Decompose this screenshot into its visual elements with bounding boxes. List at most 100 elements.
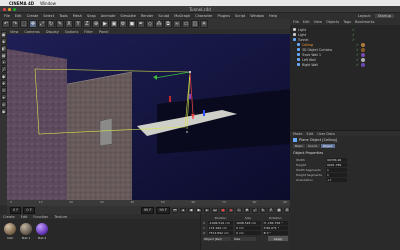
light-icon[interactable]: ☀ xyxy=(200,20,208,28)
position-field[interactable]: -1006.516 cm xyxy=(207,220,234,225)
attr-menu-mode[interactable]: Mode xyxy=(293,132,303,136)
app-menu-mesh[interactable]: Mesh xyxy=(73,14,82,18)
object-menu-objects[interactable]: Objects xyxy=(326,20,339,24)
undo-icon[interactable]: ↶ xyxy=(2,20,10,28)
app-menu-snap[interactable]: Snap xyxy=(87,14,96,18)
attribute-value-field[interactable]: 1 xyxy=(326,172,347,177)
object-name[interactable]: Tunnel xyxy=(298,38,350,42)
attribute-value-field[interactable]: 99336.96 xyxy=(326,157,347,162)
render-settings-icon[interactable]: ⚙ xyxy=(119,20,127,28)
app-menu-name[interactable]: CINEMA 4D xyxy=(9,1,34,6)
visibility-check-icon[interactable]: ✓ xyxy=(356,53,359,57)
3d-viewport[interactable] xyxy=(7,34,290,200)
scale-key-icon[interactable]: ⤢ xyxy=(252,207,258,213)
goto-end-icon[interactable]: ⏭ xyxy=(212,207,218,213)
tab-coord[interactable]: Coord. xyxy=(305,144,320,148)
object-name[interactable]: Ceiling xyxy=(302,43,354,47)
size-field[interactable]: 0 cm xyxy=(235,225,261,230)
material-swatch[interactable]: Mat.2 xyxy=(36,223,48,246)
material-menu-create[interactable]: Create xyxy=(3,215,15,219)
autokey-icon[interactable]: ◉ xyxy=(228,207,234,213)
object-menu-edit[interactable]: Edit xyxy=(303,20,310,24)
object-menu-tags[interactable]: Tags xyxy=(343,20,351,24)
viewport-scene[interactable] xyxy=(7,34,290,200)
object-row[interactable]: Right Wall ✓ xyxy=(290,62,400,67)
app-menu-create[interactable]: Create xyxy=(27,14,39,18)
app-menu-character[interactable]: Character xyxy=(195,14,212,18)
visibility-check-icon[interactable]: ✓ xyxy=(352,38,355,42)
app-menu-help[interactable]: Help xyxy=(269,14,277,18)
object-pivot[interactable] xyxy=(189,71,191,73)
material-swatch[interactable]: Mat xyxy=(4,223,16,246)
param-key-icon[interactable]: P xyxy=(268,207,274,213)
material-menu-function[interactable]: Function xyxy=(33,215,48,219)
attribute-value-field[interactable]: +Y xyxy=(326,177,347,182)
object-menu-view[interactable]: View xyxy=(314,20,322,24)
size-mode-select[interactable]: Size xyxy=(233,236,256,241)
material-tag-icon[interactable] xyxy=(360,52,365,57)
material-tag-icon[interactable] xyxy=(360,62,365,67)
array-icon[interactable]: ⁂ xyxy=(155,20,163,28)
keyframe-selection-icon[interactable]: ⚿ xyxy=(236,207,242,213)
texture-mode-icon[interactable]: ◧ xyxy=(0,45,7,51)
workplane-icon[interactable]: ▦ xyxy=(0,52,7,58)
camera-icon[interactable]: ◫ xyxy=(191,20,199,28)
coord-mode-select[interactable]: Object (Rel) xyxy=(203,236,231,241)
app-menu-window[interactable]: Window xyxy=(250,14,264,18)
render-picture-icon[interactable]: ▣ xyxy=(110,20,118,28)
solo-icon[interactable]: ◉ xyxy=(0,108,7,114)
next-key-icon[interactable]: ▸ xyxy=(204,207,210,213)
viewport-menu-display[interactable]: Display xyxy=(46,30,59,34)
visibility-check-icon[interactable]: ✓ xyxy=(352,28,355,32)
app-menu-select[interactable]: Select xyxy=(43,14,54,18)
model-mode-icon[interactable]: ◈ xyxy=(0,38,7,44)
material-menu-edit[interactable]: Edit xyxy=(21,215,28,219)
redo-icon[interactable]: ↷ xyxy=(11,20,19,28)
app-menu-file[interactable]: File xyxy=(4,14,10,18)
play-icon[interactable]: ▶ xyxy=(196,207,202,213)
record-icon[interactable]: ● xyxy=(220,207,226,213)
visibility-check-icon[interactable]: ✓ xyxy=(356,58,359,62)
lock-workplane-icon[interactable]: ◎ xyxy=(0,101,7,107)
tab-object[interactable]: Object xyxy=(320,144,335,148)
object-menu-file[interactable]: File xyxy=(293,20,299,24)
position-field[interactable]: 7572.892 cm xyxy=(207,230,234,235)
object-name[interactable]: Left Wall xyxy=(302,58,354,62)
app-menu-edit[interactable]: Edit xyxy=(15,14,22,18)
make-editable-icon[interactable]: ▣ xyxy=(0,31,7,37)
material-tag-icon[interactable] xyxy=(360,57,365,62)
viewport-menu-cameras[interactable]: Cameras xyxy=(24,30,40,34)
app-menu-script[interactable]: Script xyxy=(235,14,245,18)
visibility-check-icon[interactable]: ✓ xyxy=(356,43,359,47)
move-icon[interactable]: ✥ xyxy=(29,20,37,28)
object-name[interactable]: Right Wall xyxy=(302,63,354,67)
y-axis-icon[interactable]: Y xyxy=(74,20,82,28)
preview-end-field[interactable]: 90 F xyxy=(156,206,170,214)
attr-menu-edit[interactable]: Edit xyxy=(307,132,314,136)
pla-key-icon[interactable]: ▦ xyxy=(276,207,282,213)
attr-menu-user-data[interactable]: User Data xyxy=(317,132,334,136)
z-axis-icon[interactable]: Z xyxy=(83,20,91,28)
floor-icon[interactable]: ▭ xyxy=(182,20,190,28)
recent-tool-icon[interactable]: ✎ xyxy=(56,20,64,28)
visibility-check-icon[interactable]: ✓ xyxy=(356,48,359,52)
polygons-mode-icon[interactable]: ◆ xyxy=(0,73,7,79)
object-name[interactable]: 3D Object Curtains xyxy=(302,48,354,52)
visibility-check-icon[interactable]: ✓ xyxy=(356,63,359,67)
viewport-menu-panel[interactable]: Panel xyxy=(99,30,108,34)
object-menu-bookmarks[interactable]: Bookmarks xyxy=(355,20,375,24)
tweak-mode-icon[interactable]: ☼ xyxy=(0,87,7,93)
x-axis-icon[interactable]: X xyxy=(65,20,73,28)
object-name[interactable]: Light xyxy=(298,33,350,37)
rotation-key-icon[interactable]: ↻ xyxy=(260,207,266,213)
size-field[interactable]: 0 cm xyxy=(235,230,261,235)
cube-icon[interactable]: ◼ xyxy=(128,20,136,28)
select-icon[interactable]: ⬚ xyxy=(20,20,28,28)
app-menu-render[interactable]: Render xyxy=(141,14,153,18)
viewport-menu-options[interactable]: Options xyxy=(65,30,79,34)
app-menu-simulate[interactable]: Simulate xyxy=(120,14,135,18)
size-field[interactable]: 1998.518 cm xyxy=(235,220,261,225)
object-name[interactable]: Track Wall 1 xyxy=(302,53,354,57)
edges-mode-icon[interactable]: ╱ xyxy=(0,66,7,72)
goto-start-icon[interactable]: ⏮ xyxy=(172,207,178,213)
